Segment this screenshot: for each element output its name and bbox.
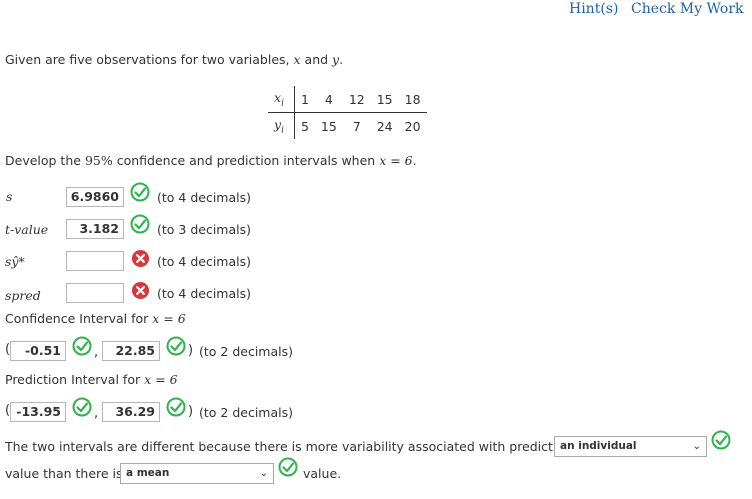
check-icon xyxy=(72,397,92,417)
s-label: s xyxy=(6,189,13,204)
hints-link[interactable]: Hint(s) xyxy=(569,1,618,17)
conclusion-line1: The two intervals are different because … xyxy=(5,439,573,454)
develop-end: . xyxy=(412,153,417,168)
check-icon xyxy=(130,182,150,202)
s-yhat-input[interactable] xyxy=(66,251,124,271)
table-cell: 24 xyxy=(376,118,393,134)
comma: , xyxy=(94,345,99,360)
ci-hint: (to 2 decimals) xyxy=(199,344,293,359)
table-cell: 12 xyxy=(342,86,371,113)
conclusion-line2-suffix: value. xyxy=(303,466,342,481)
s-pred-hint: (to 4 decimals) xyxy=(157,286,251,301)
conclusion-line2-prefix: value than there is xyxy=(5,466,123,481)
develop-pct: 95% xyxy=(84,153,113,168)
than-select-value: a mean xyxy=(126,467,170,479)
x-circle-icon xyxy=(131,249,151,269)
t-value-input[interactable]: 3.182 xyxy=(66,219,124,239)
chevron-down-icon: ⌄ xyxy=(259,468,268,479)
intro-prefix: Given are five observations for two vari… xyxy=(5,52,290,67)
develop-middle: confidence and prediction intervals when xyxy=(116,153,376,168)
x-circle-icon xyxy=(131,281,151,301)
pi-title-text: Prediction Interval for xyxy=(5,372,141,387)
pi-hint: (to 2 decimals) xyxy=(199,405,293,420)
develop-text: Develop the 95% confidence and predictio… xyxy=(5,153,417,168)
pi-upper-input[interactable]: 36.29 xyxy=(102,402,160,422)
predicting-select-value: an individual xyxy=(560,440,637,452)
table-cell: 4 xyxy=(314,86,343,113)
check-icon xyxy=(130,214,150,234)
table-cell: 20 xyxy=(404,118,421,134)
pi-title: Prediction Interval for x = 6 xyxy=(5,372,178,387)
ci-lower-input[interactable]: -0.51 xyxy=(10,341,66,361)
close-paren: ) xyxy=(188,404,194,419)
table-cell: 15 xyxy=(370,86,399,113)
pi-lower-input[interactable]: -13.95 xyxy=(10,402,66,422)
table-row-x: xi 1 4 12 15 18 xyxy=(268,86,427,113)
intro-and: and xyxy=(304,52,329,67)
table-cell: 5 xyxy=(300,118,309,134)
chevron-down-icon: ⌄ xyxy=(692,441,701,452)
t-hint: (to 3 decimals) xyxy=(157,222,251,237)
check-icon xyxy=(166,336,186,356)
var-x: x xyxy=(293,52,301,67)
than-select[interactable]: a mean ⌄ xyxy=(120,463,274,484)
table-cell: 18 xyxy=(398,86,427,113)
table-cell: 7 xyxy=(352,118,361,134)
s-hint: (to 4 decimals) xyxy=(157,190,251,205)
ci-title: Confidence Interval for x = 6 xyxy=(5,311,186,326)
ci-upper-input[interactable]: 22.85 xyxy=(102,341,160,361)
check-icon xyxy=(711,430,731,450)
check-icon xyxy=(166,397,186,417)
check-icon xyxy=(278,457,298,477)
ci-title-text: Confidence Interval for xyxy=(5,311,149,326)
ci-eq: x = 6 xyxy=(152,311,186,326)
table-row-y: yi 5 15 7 24 20 xyxy=(268,112,427,139)
s-pred-label: spred xyxy=(5,288,41,303)
check-icon xyxy=(72,336,92,356)
s-input[interactable]: 6.9860 xyxy=(66,187,124,207)
pi-eq: x = 6 xyxy=(144,372,178,387)
develop-prefix: Develop the xyxy=(5,153,81,168)
x-row-label: xi xyxy=(268,86,295,113)
check-my-work-link[interactable]: Check My Work xyxy=(631,1,744,17)
close-paren: ) xyxy=(188,343,194,358)
observations-table: xi 1 4 12 15 18 yi 5 15 7 24 20 xyxy=(268,86,427,139)
s-pred-input[interactable] xyxy=(66,283,124,303)
s-yhat-label: sŷ* xyxy=(5,254,25,269)
table-cell: 1 xyxy=(294,86,315,113)
predicting-select[interactable]: an individual ⌄ xyxy=(554,436,707,457)
y-row-label: yi xyxy=(268,112,295,139)
s-yhat-hint: (to 4 decimals) xyxy=(157,254,251,269)
comma: , xyxy=(94,406,99,421)
t-label: t-value xyxy=(5,222,49,237)
intro-period: . xyxy=(339,52,344,67)
develop-eq: x = 6 xyxy=(379,153,413,168)
intro-text: Given are five observations for two vari… xyxy=(5,52,343,67)
table-cell: 15 xyxy=(320,118,337,134)
